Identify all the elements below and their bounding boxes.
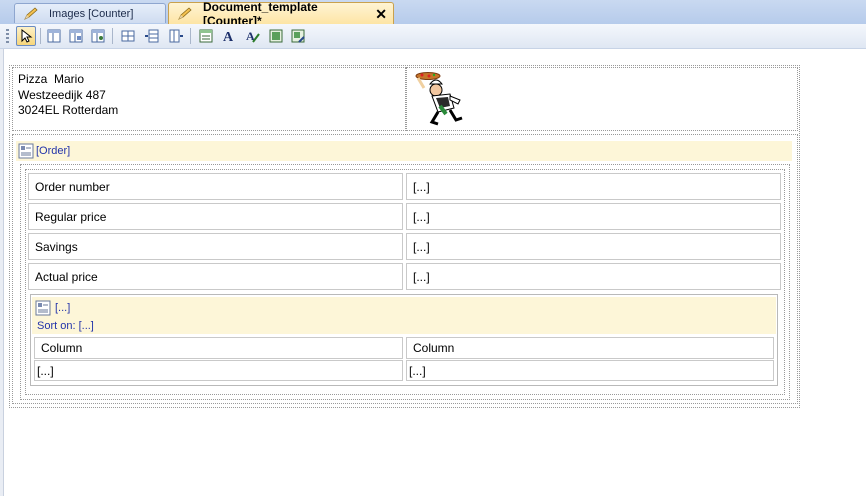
field-label: Order number [35,179,110,194]
table-group-icon [18,143,34,162]
regular-price-value-cell[interactable]: [...] [406,203,781,230]
order-number-value-cell[interactable]: [...] [406,173,781,200]
actual-price-label-cell[interactable]: Actual price [28,263,403,290]
field-value: [...] [413,209,430,224]
column-header-cell[interactable]: Column [34,337,403,359]
company-address: Pizza Mario Westzeedijk 487 3024EL Rotte… [18,72,118,119]
image-properties-icon[interactable] [288,26,308,46]
address-line: Pizza Mario [18,72,85,86]
designer-toolbar: A A [0,24,866,49]
column-header: Column [413,341,455,355]
address-line: Westzeedijk 487 [18,87,106,102]
actual-price-value-cell[interactable]: [...] [406,263,781,290]
document-tab-strip: Images [Counter] Document_template [Coun… [0,0,866,28]
column-header-cell[interactable]: Column [406,337,774,359]
order-lines-label[interactable]: [...] [55,302,70,314]
insert-image-icon[interactable] [266,26,286,46]
field-value: [...] [413,179,430,194]
order-group-label[interactable]: [Order] [36,145,70,157]
insert-table-related-icon[interactable] [88,26,108,46]
grid-icon[interactable] [118,26,138,46]
pencil-icon [177,7,193,21]
order-number-label-cell[interactable]: Order number [28,173,403,200]
insert-rows-icon[interactable] [142,26,162,46]
column-header: Column [41,341,83,355]
field-value: [...] [413,239,430,254]
text-style-icon[interactable]: A [218,26,238,46]
insert-table-icon[interactable] [44,26,64,46]
column-value: [...] [409,363,426,378]
tab-images-counter[interactable]: Images [Counter] [14,3,166,23]
tab-label: Images [Counter] [49,7,134,20]
pizza-chef-logo[interactable] [410,70,470,126]
pencil-icon [23,6,39,21]
column-value-cell[interactable]: [...] [34,360,403,381]
savings-value-cell[interactable]: [...] [406,233,781,260]
field-label: Regular price [35,209,107,224]
table-group-icon [35,300,51,319]
sort-on-label[interactable]: Sort on: [...] [37,320,94,332]
svg-text:A: A [223,30,234,44]
regular-price-label-cell[interactable]: Regular price [28,203,403,230]
insert-table-linked-icon[interactable] [66,26,86,46]
pointer-icon[interactable] [16,26,36,46]
toolbar-grip[interactable] [6,29,9,43]
savings-label-cell[interactable]: Savings [28,233,403,260]
text-highlight-icon[interactable]: A [242,26,262,46]
order-lines-band[interactable] [32,297,776,334]
column-value-cell[interactable]: [...] [406,360,774,381]
column-value: [...] [37,363,54,378]
insert-column-icon[interactable] [166,26,186,46]
field-label: Actual price [35,269,98,284]
field-value: [...] [413,269,430,284]
canvas-left-edge [0,49,4,496]
tab-document-template[interactable]: Document_template [Counter]* ✕ [168,0,394,28]
order-band[interactable] [16,141,792,161]
field-list-icon[interactable] [196,26,216,46]
address-line: 3024EL Rotterdam [18,103,119,117]
field-label: Savings [35,239,78,254]
close-icon[interactable]: ✕ [375,6,387,23]
